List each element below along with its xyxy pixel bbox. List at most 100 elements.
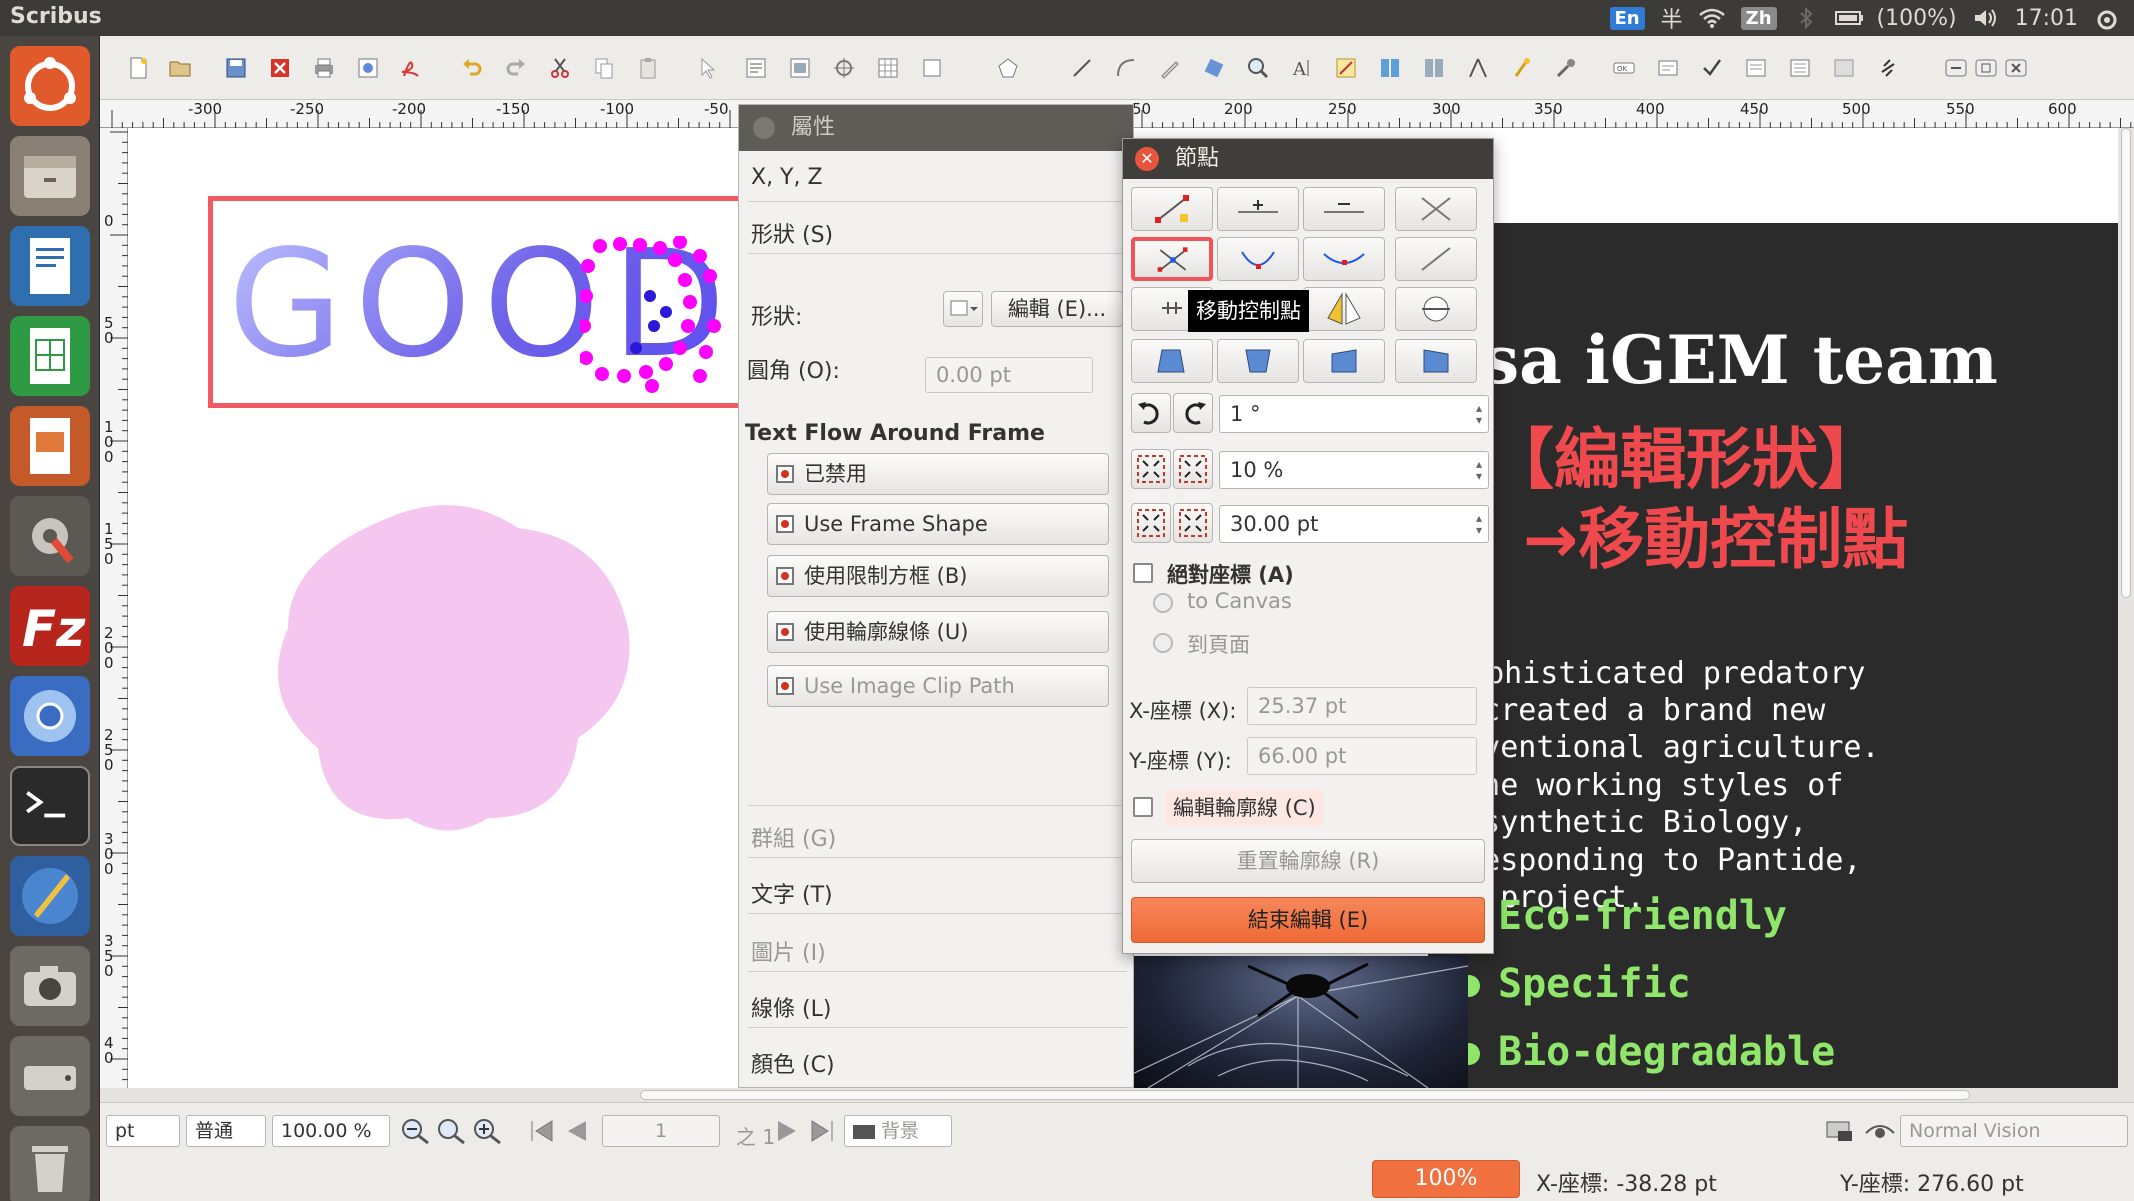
- export-pdf-icon[interactable]: [398, 56, 422, 80]
- spin-arrows-icon[interactable]: ▴ ▾: [1476, 402, 1482, 426]
- flow-bounding-box-option[interactable]: 使用限制方框 (B): [767, 555, 1109, 597]
- shear-right-button[interactable]: [1217, 339, 1299, 383]
- shear-down-button[interactable]: [1395, 339, 1477, 383]
- zoom-tool-icon[interactable]: [1246, 56, 1270, 80]
- add-nodes-button[interactable]: [1217, 187, 1299, 231]
- copy-icon[interactable]: [592, 56, 616, 80]
- zoom-100-icon[interactable]: [436, 1117, 468, 1145]
- horizontal-scroll-thumb[interactable]: [640, 1090, 1970, 1100]
- edit-shape-button[interactable]: 編輯 (E)...: [991, 291, 1123, 327]
- horizontal-scrollbar[interactable]: [100, 1088, 2134, 1102]
- writer-icon[interactable]: [10, 226, 90, 306]
- input-lang-zh[interactable]: Zh: [1740, 6, 1777, 30]
- camera-icon[interactable]: [10, 946, 90, 1026]
- close-document-icon[interactable]: [268, 56, 292, 80]
- story-editor-icon[interactable]: [1334, 56, 1358, 80]
- pdf-button-icon[interactable]: OK: [1612, 56, 1636, 80]
- preview-mode-select[interactable]: 普通: [186, 1115, 266, 1147]
- select-tool-icon[interactable]: [696, 56, 720, 80]
- scale-percent-input[interactable]: 10 % ▴ ▾: [1219, 451, 1489, 489]
- shape-tool-icon[interactable]: [920, 56, 944, 80]
- link-annotation-icon[interactable]: [1876, 56, 1900, 80]
- nodes-close-icon[interactable]: ✕: [1135, 147, 1159, 171]
- layer-select[interactable]: 背景: [844, 1115, 952, 1147]
- color-management-icon[interactable]: [1824, 1117, 1856, 1145]
- scribus-icon[interactable]: [10, 856, 90, 936]
- zoom-input[interactable]: 100.00 %: [272, 1115, 390, 1147]
- line-tool-icon[interactable]: [1070, 56, 1094, 80]
- absolute-coords-checkbox[interactable]: [1133, 563, 1153, 583]
- line-section-tab[interactable]: 線條 (L): [751, 991, 831, 1023]
- window-minimize-icon[interactable]: [1944, 56, 1968, 80]
- slide-preview[interactable]: osa iGEM team 【編輯形狀】 →移動控制點 sophisticate…: [1428, 223, 2118, 1088]
- paste-icon[interactable]: [636, 56, 660, 80]
- edit-contour-checkbox[interactable]: [1133, 797, 1153, 817]
- calc-icon[interactable]: [10, 316, 90, 396]
- battery-icon[interactable]: [1834, 7, 1863, 29]
- rotate-cw-button[interactable]: [1173, 393, 1213, 433]
- flow-clip-path-option[interactable]: Use Image Clip Path: [767, 665, 1109, 707]
- preflight-icon[interactable]: [356, 56, 380, 80]
- flow-disabled-option[interactable]: 已禁用: [767, 453, 1109, 495]
- corner-radius-input[interactable]: 0.00 pt: [925, 357, 1093, 393]
- flow-frame-shape-option[interactable]: Use Frame Shape: [767, 503, 1109, 545]
- pdf-checkbox-icon[interactable]: [1700, 56, 1724, 80]
- spin-arrows-icon[interactable]: ▴ ▾: [1476, 512, 1482, 536]
- save-icon[interactable]: [224, 56, 248, 80]
- bluetooth-icon[interactable]: [1793, 6, 1819, 30]
- properties-title-bar[interactable]: 屬性: [739, 105, 1133, 151]
- redo-icon[interactable]: [504, 56, 528, 80]
- eye-dropper-icon[interactable]: [1554, 56, 1578, 80]
- terminal-icon[interactable]: [10, 766, 90, 846]
- previous-page-icon[interactable]: [562, 1119, 590, 1143]
- end-edit-button[interactable]: 結束編輯 (E): [1131, 897, 1485, 943]
- ubuntu-dash-icon[interactable]: [10, 46, 90, 126]
- enlarge-points-button[interactable]: [1173, 503, 1213, 543]
- group-section-tab[interactable]: 群組 (G): [751, 821, 836, 853]
- shrink-points-button[interactable]: [1131, 503, 1171, 543]
- disk-icon[interactable]: [10, 1036, 90, 1116]
- vertical-scroll-thumb[interactable]: [2121, 128, 2131, 598]
- vertical-ruler[interactable]: 0 5 0 1 0 0 1 5 0 2 0 0 2 5 0 3 0 0 3 5 …: [100, 128, 128, 1088]
- vertical-scrollbar[interactable]: [2118, 128, 2134, 1088]
- scale-points-input[interactable]: 30.00 pt ▴ ▾: [1219, 505, 1489, 543]
- system-settings-icon[interactable]: [10, 496, 90, 576]
- move-control-points-button[interactable]: [1131, 237, 1213, 281]
- open-document-icon[interactable]: [168, 56, 192, 80]
- trash-icon[interactable]: [10, 1126, 90, 1201]
- window-close-icon[interactable]: [2004, 56, 2028, 80]
- spider-web-image[interactable]: [1128, 956, 1468, 1088]
- spin-arrows-icon[interactable]: ▴ ▾: [1476, 458, 1482, 482]
- shear-left-button[interactable]: [1131, 339, 1213, 383]
- copy-properties-icon[interactable]: [1510, 56, 1534, 80]
- power-gear-icon[interactable]: [2094, 7, 2120, 30]
- to-page-radio[interactable]: [1153, 633, 1173, 653]
- table-icon[interactable]: [876, 56, 900, 80]
- volume-icon[interactable]: [1973, 7, 1999, 29]
- reset-contour-node-button[interactable]: [1395, 237, 1477, 281]
- pdf-listbox-icon[interactable]: [1788, 56, 1812, 80]
- measurements-icon[interactable]: [1466, 56, 1490, 80]
- to-canvas-radio[interactable]: [1153, 593, 1173, 613]
- bezier-tool-icon[interactable]: [1114, 56, 1138, 80]
- image-frame-icon[interactable]: [788, 56, 812, 80]
- text-section-tab[interactable]: 文字 (T): [751, 877, 833, 909]
- shape-picker-button[interactable]: [943, 291, 983, 327]
- color-section-tab[interactable]: 顏色 (C): [751, 1047, 835, 1079]
- asymmetric-control-button[interactable]: [1217, 237, 1299, 281]
- x-coord-input[interactable]: 25.37 pt: [1247, 687, 1477, 725]
- flower-shape[interactable]: [268, 498, 648, 838]
- wifi-icon[interactable]: [1698, 7, 1725, 29]
- render-frame-icon[interactable]: [832, 56, 856, 80]
- ime-half-width[interactable]: 半: [1661, 2, 1683, 34]
- next-page-icon[interactable]: [774, 1119, 802, 1143]
- undo-icon[interactable]: [460, 56, 484, 80]
- nodes-title-bar[interactable]: ✕ 節點: [1123, 139, 1493, 179]
- chromium-icon[interactable]: [10, 676, 90, 756]
- properties-close-icon[interactable]: [753, 117, 775, 139]
- clock[interactable]: 17:01: [2015, 6, 2078, 31]
- unit-select[interactable]: pt: [106, 1115, 180, 1147]
- unlink-frames-icon[interactable]: [1422, 56, 1446, 80]
- polygon-tool-icon[interactable]: [996, 56, 1020, 80]
- freehand-tool-icon[interactable]: [1158, 56, 1182, 80]
